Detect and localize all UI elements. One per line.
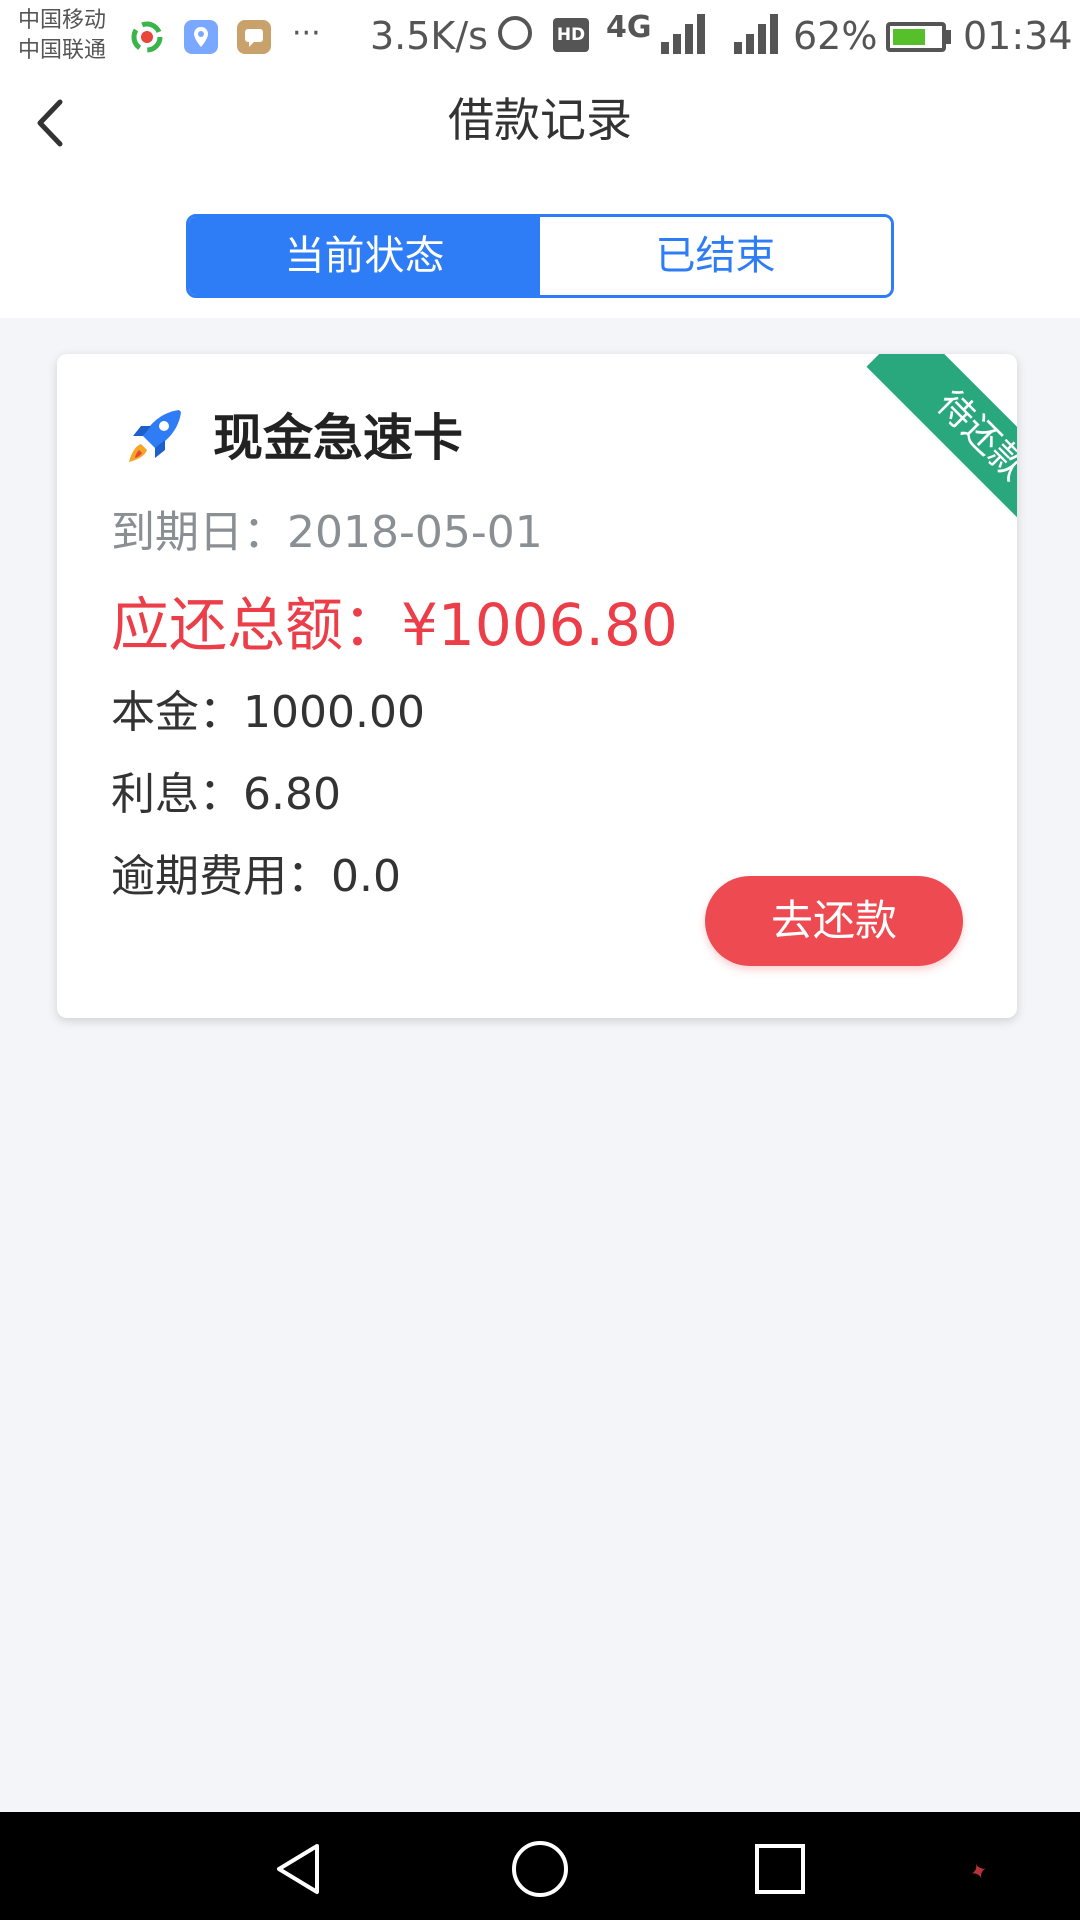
network-speed: 3.5K/s — [370, 14, 488, 58]
nav-recents-button[interactable] — [745, 1834, 815, 1904]
app-notification-icon — [130, 20, 164, 54]
rocket-icon — [119, 402, 191, 474]
total-due-label: 应还总额： — [111, 591, 402, 659]
overdue-fee-row: 逾期费用：0.0 — [111, 848, 401, 906]
principal-label: 本金： — [111, 687, 243, 738]
system-nav-bar — [0, 1812, 1080, 1920]
battery-tip — [946, 30, 951, 44]
clock: 01:34 — [963, 14, 1073, 58]
overdue-fee-value: 0.0 — [331, 851, 401, 902]
page-title: 借款记录 — [448, 93, 632, 147]
status-tabs: 当前状态 已结束 — [186, 214, 894, 298]
interest-row: 利息：6.80 — [111, 766, 341, 824]
total-due-row: 应还总额：¥1006.80 — [111, 590, 678, 660]
message-icon — [237, 20, 271, 54]
square-recents-icon — [755, 1844, 805, 1894]
repay-button[interactable]: 去还款 — [705, 876, 963, 966]
signal-icon-2 — [734, 14, 778, 54]
card-title: 现金急速卡 — [213, 409, 463, 467]
overdue-fee-label: 逾期费用： — [111, 851, 331, 902]
due-date-value: 2018-05-01 — [287, 507, 543, 558]
alarm-icon — [498, 16, 532, 50]
loan-card: 现金急速卡 待还款 到期日：2018-05-01 应还总额：¥1006.80 本… — [57, 354, 1017, 1018]
more-notifications: ··· — [292, 16, 321, 51]
due-date-row: 到期日：2018-05-01 — [111, 504, 543, 562]
battery-percent: 62% — [793, 14, 878, 58]
signal-icon — [661, 14, 705, 54]
interest-value: 6.80 — [243, 769, 341, 820]
interest-label: 利息： — [111, 769, 243, 820]
status-ribbon-label: 待还款 — [866, 354, 1017, 534]
status-ribbon: 待还款 — [837, 354, 1017, 534]
carrier-labels: 中国移动 中国联通 — [18, 6, 106, 66]
tab-finished[interactable]: 已结束 — [540, 217, 891, 295]
circle-home-icon — [512, 1841, 568, 1897]
location-icon — [184, 20, 218, 54]
battery-fill — [893, 29, 926, 45]
total-due-value: ¥1006.80 — [401, 591, 678, 659]
nav-home-button[interactable] — [505, 1834, 575, 1904]
carrier-2: 中国联通 — [18, 38, 107, 63]
due-date-label: 到期日： — [111, 507, 287, 558]
carrier-1: 中国移动 — [18, 8, 107, 33]
principal-value: 1000.00 — [243, 687, 425, 738]
status-bar: 中国移动 中国联通 ··· 3.5K/s HD 4G 62% 01:34 — [0, 0, 1080, 74]
tab-current-status[interactable]: 当前状态 — [189, 217, 540, 295]
network-type: 4G — [606, 10, 652, 45]
battery-icon — [886, 22, 946, 52]
principal-row: 本金：1000.00 — [111, 684, 425, 742]
triangle-back-icon — [277, 1844, 319, 1894]
nav-back-button[interactable] — [265, 1834, 335, 1904]
hd-badge: HD — [553, 18, 589, 52]
